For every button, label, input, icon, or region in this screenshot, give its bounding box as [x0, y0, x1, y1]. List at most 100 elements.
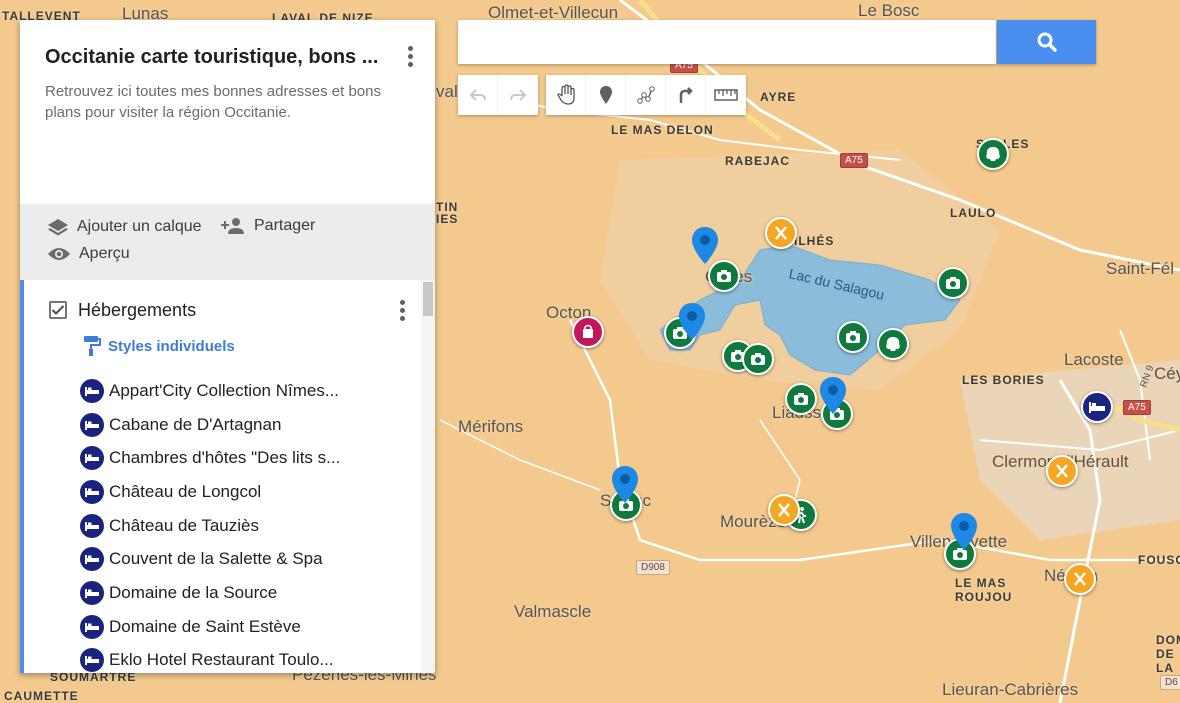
place-name: Château de Tauziès	[109, 515, 259, 535]
layer-header: Hébergements	[24, 280, 435, 338]
individual-styles-link[interactable]: Styles individuels	[82, 335, 235, 357]
list-item[interactable]: Chambres d'hôtes "Des lits s...	[80, 441, 340, 475]
preview-label: Aperçu	[79, 245, 130, 262]
place-label: AYRE	[760, 90, 797, 104]
place-label: Mérifons	[458, 417, 524, 436]
location-pin[interactable]	[950, 512, 978, 552]
location-pin[interactable]	[611, 465, 639, 505]
share-label: Partager	[254, 217, 316, 234]
map-legend-panel: Occitanie carte touristique, bons ... Re…	[20, 20, 435, 673]
directions-button[interactable]	[666, 75, 706, 115]
pin-icon	[599, 86, 612, 104]
map-title[interactable]: Occitanie carte touristique, bons ...	[45, 46, 390, 69]
bed-icon	[80, 614, 104, 639]
list-item[interactable]: Château de Tauziès	[80, 509, 340, 543]
scrollbar-thumb[interactable]	[423, 282, 433, 316]
photo-marker[interactable]	[742, 343, 774, 375]
road-badge: A75	[1123, 400, 1151, 415]
place-name: Cabane de D'Artagnan	[109, 414, 282, 434]
nature-marker[interactable]	[977, 138, 1009, 170]
list-item[interactable]: Domaine de la Source	[80, 576, 340, 610]
road-badge: D908	[636, 560, 670, 575]
layer-options-button[interactable]	[390, 298, 414, 322]
ruler-icon	[714, 89, 738, 101]
search-input[interactable]	[458, 20, 996, 64]
place-label: Lieuran-Cabrières	[942, 680, 1079, 699]
measure-button[interactable]	[706, 75, 746, 115]
map-options-button[interactable]	[398, 44, 422, 68]
bed-icon	[80, 648, 104, 673]
add-layer-label: Ajouter un calque	[77, 218, 202, 235]
place-label: LES BORIES	[962, 373, 1045, 387]
place-label: CAUMETTE	[4, 689, 79, 703]
road-badge: A75	[840, 153, 868, 168]
place-name: Château de Longcol	[109, 481, 262, 501]
hand-icon	[556, 84, 575, 105]
polyline-icon	[636, 86, 655, 104]
nature-marker[interactable]	[877, 328, 909, 360]
undo-button[interactable]	[458, 75, 498, 115]
place-label: LE MAS DELON	[611, 123, 714, 137]
add-person-icon	[221, 218, 244, 234]
place-name: Domaine de Saint Estève	[109, 616, 301, 636]
add-marker-button[interactable]	[586, 75, 626, 115]
layer-visibility-checkbox[interactable]	[49, 301, 67, 319]
bed-icon	[80, 446, 104, 471]
shopping-marker[interactable]	[572, 316, 604, 348]
place-label: Valmascle	[514, 602, 592, 621]
bed-icon	[80, 547, 104, 572]
layer-name[interactable]: Hébergements	[78, 300, 196, 321]
place-name: Couvent de la Salette & Spa	[109, 549, 323, 569]
restaurant-marker[interactable]	[768, 494, 800, 526]
panel-header: Occitanie carte touristique, bons ... Re…	[20, 20, 435, 204]
list-item[interactable]: Appart'City Collection Nîmes...	[80, 374, 340, 408]
place-label: IES	[436, 212, 459, 226]
panel-scrollbar[interactable]	[421, 280, 435, 673]
list-item[interactable]: Couvent de la Salette & Spa	[80, 542, 340, 576]
share-button[interactable]: Partager	[220, 217, 315, 235]
layer-hebergements: Hébergements Styles individuels Appart'C…	[20, 280, 435, 673]
location-pin[interactable]	[691, 226, 719, 266]
bed-icon	[80, 513, 104, 538]
restaurant-marker[interactable]	[1046, 455, 1078, 487]
lodging-marker[interactable]	[1081, 391, 1113, 423]
add-layer-button[interactable]: Ajouter un calque	[47, 217, 202, 237]
pan-tool-button[interactable]	[546, 75, 586, 115]
more-vert-icon	[399, 299, 405, 305]
more-vert-icon	[407, 45, 413, 51]
place-label: RABEJAC	[725, 154, 791, 168]
list-item[interactable]: Cabane de D'Artagnan	[80, 408, 340, 442]
bed-icon	[80, 479, 104, 504]
bed-icon	[80, 378, 104, 403]
location-pin[interactable]	[819, 376, 847, 416]
draw-line-button[interactable]	[626, 75, 666, 115]
place-name: Appart'City Collection Nîmes...	[109, 380, 339, 400]
redo-button[interactable]	[498, 75, 538, 115]
search-icon	[1037, 32, 1057, 52]
list-item[interactable]: Château de Longcol	[80, 475, 340, 509]
restaurant-marker[interactable]	[765, 217, 797, 249]
place-label: Le Bosc	[858, 1, 920, 20]
place-name: Chambres d'hôtes "Des lits s...	[109, 448, 341, 468]
restaurant-marker[interactable]	[1064, 563, 1096, 595]
layers-icon	[48, 219, 68, 236]
place-label: val	[436, 82, 458, 101]
history-toolbar	[458, 75, 538, 115]
place-name: Domaine de la Source	[109, 582, 278, 602]
photo-marker[interactable]	[837, 321, 869, 353]
place-label: Lacoste	[1064, 350, 1124, 369]
place-label: Céy	[1154, 364, 1180, 383]
place-label: LE MAS ROUJOU	[955, 576, 1013, 604]
photo-marker[interactable]	[785, 383, 817, 415]
photo-marker[interactable]	[937, 267, 969, 299]
list-item[interactable]: Domaine de Saint Estève	[80, 610, 340, 644]
undo-icon	[469, 89, 486, 101]
map-description[interactable]: Retrouvez ici toutes mes bonnes adresses…	[45, 81, 385, 123]
list-item[interactable]: Eklo Hotel Restaurant Toulo...	[80, 644, 340, 674]
search-button[interactable]	[997, 20, 1096, 64]
place-label: FOUSC	[1138, 553, 1180, 567]
preview-button[interactable]: Aperçu	[47, 245, 130, 263]
location-pin[interactable]	[678, 302, 706, 342]
bed-icon	[80, 412, 104, 437]
individual-styles-label: Styles individuels	[108, 337, 235, 355]
